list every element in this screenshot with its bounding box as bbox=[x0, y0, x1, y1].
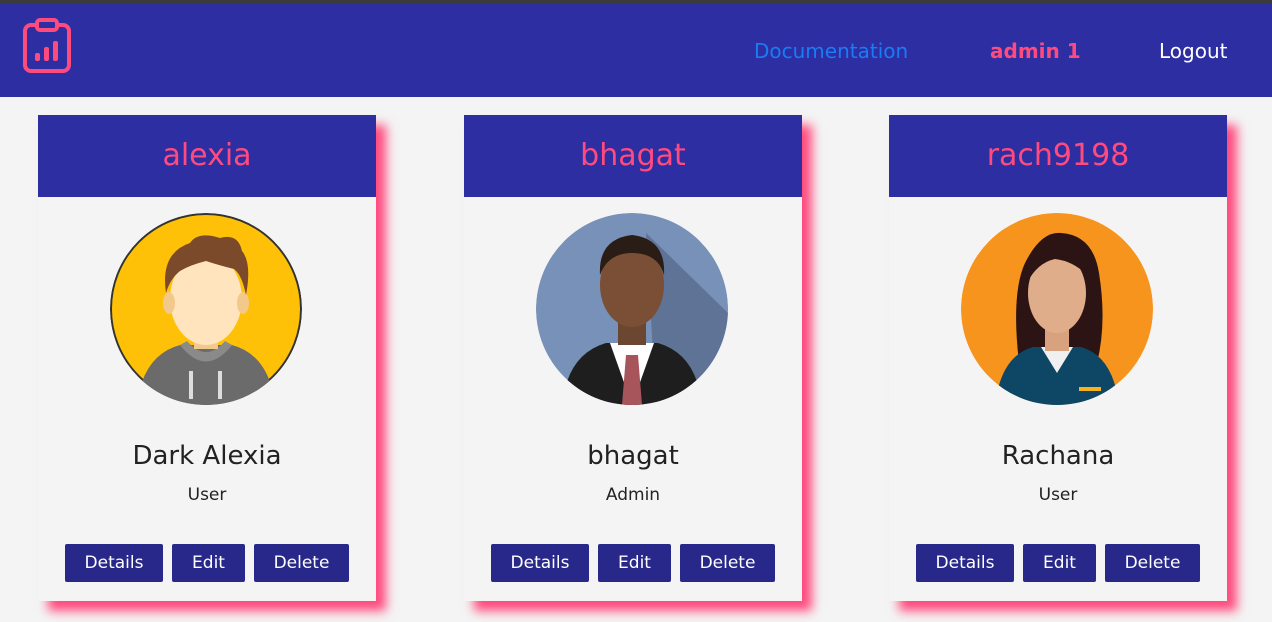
card-username: alexia bbox=[162, 138, 252, 173]
boy-hoodie-avatar-icon bbox=[110, 213, 302, 405]
logout-link[interactable]: Logout bbox=[1159, 39, 1227, 63]
details-button[interactable]: Details bbox=[916, 544, 1014, 582]
card-header: bhagat bbox=[464, 115, 802, 197]
delete-button[interactable]: Delete bbox=[680, 544, 775, 582]
user-card: alexia Dark Alexia User Details Edit Del… bbox=[38, 115, 376, 601]
delete-button[interactable]: Delete bbox=[254, 544, 349, 582]
woman-avatar-icon bbox=[961, 213, 1153, 405]
edit-button[interactable]: Edit bbox=[1023, 544, 1096, 582]
delete-button[interactable]: Delete bbox=[1105, 544, 1200, 582]
user-card: bhagat bhagat Admin Details Edit Delete bbox=[464, 115, 802, 601]
user-card: rach9198 Rachana User Details Edit Delet… bbox=[889, 115, 1227, 601]
card-role: Admin bbox=[605, 485, 661, 505]
card-header: alexia bbox=[38, 115, 376, 197]
current-user-link[interactable]: admin 1 bbox=[990, 39, 1081, 63]
documentation-link[interactable]: Documentation bbox=[754, 39, 908, 63]
edit-button[interactable]: Edit bbox=[172, 544, 245, 582]
details-button[interactable]: Details bbox=[65, 544, 163, 582]
businessman-avatar-icon bbox=[536, 213, 728, 405]
details-button[interactable]: Details bbox=[491, 544, 589, 582]
card-full-name: bhagat bbox=[587, 441, 679, 471]
card-role: User bbox=[1038, 485, 1078, 505]
card-full-name: Rachana bbox=[1001, 441, 1115, 471]
card-header: rach9198 bbox=[889, 115, 1227, 197]
edit-button[interactable]: Edit bbox=[598, 544, 671, 582]
clipboard-chart-icon[interactable] bbox=[22, 16, 72, 74]
navbar: Documentation admin 1 Logout bbox=[0, 3, 1272, 97]
card-username: bhagat bbox=[580, 138, 686, 173]
card-full-name: Dark Alexia bbox=[132, 441, 282, 471]
card-role: User bbox=[187, 485, 227, 505]
card-username: rach9198 bbox=[986, 138, 1130, 173]
